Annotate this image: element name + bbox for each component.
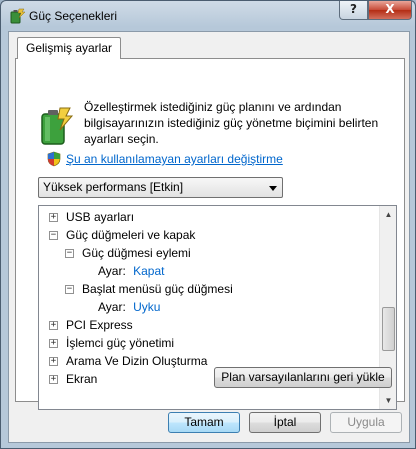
cancel-button[interactable]: İptal	[249, 412, 321, 433]
description-text: Özelleştirmek istediğiniz güç planını ve…	[84, 100, 379, 146]
power-options-window: Güç Seçenekleri ? X Gelişmiş ayarlar Öze…	[0, 0, 416, 449]
setting-prefix: Ayar:	[98, 264, 130, 278]
expand-icon[interactable]: +	[49, 213, 58, 222]
restore-plan-defaults-button[interactable]: Plan varsayılanlarını geri yükle	[214, 367, 392, 388]
setting-prefix: Ayar:	[98, 300, 130, 314]
tree-item-label: Arama Ve Dizin Oluşturma	[66, 354, 208, 368]
chevron-down-icon	[269, 186, 277, 191]
tree-item-setting-value[interactable]: Ayar: Uyku	[98, 298, 160, 316]
tree-item-label: USB ayarları	[66, 210, 135, 224]
tree-item-label: Başlat menüsü güç düğmesi	[82, 282, 233, 296]
tree-item-label: PCI Express	[66, 318, 133, 332]
collapse-icon[interactable]: −	[49, 231, 58, 240]
shield-icon	[47, 151, 61, 167]
apply-button[interactable]: Uygula	[330, 412, 402, 433]
close-button[interactable]: X	[368, 1, 412, 20]
title-bar[interactable]: Güç Seçenekleri ? X	[1, 1, 415, 31]
setting-value[interactable]: Uyku	[133, 300, 160, 314]
setting-value[interactable]: Kapat	[133, 264, 164, 278]
tab-advanced-settings[interactable]: Gelişmiş ayarlar	[17, 37, 122, 59]
tree-item-label: Güç düğmeleri ve kapak	[66, 228, 196, 242]
tab-panel: Özelleştirmek istediğiniz güç planını ve…	[15, 58, 405, 410]
power-plan-select-value: Yüksek performans [Etkin]	[43, 180, 184, 194]
tree-item-label: Güç düğmesi eylemi	[82, 246, 191, 260]
help-button[interactable]: ?	[339, 1, 368, 20]
tree-item-label: İşlemci güç yönetimi	[66, 336, 175, 350]
scroll-thumb[interactable]	[382, 307, 395, 351]
tree-item-label: Ekran	[66, 372, 98, 386]
expand-icon[interactable]: +	[49, 375, 58, 384]
scroll-down-arrow-icon[interactable]: ▼	[381, 392, 396, 409]
dialog-client: Gelişmiş ayarlar Özelleştirmek istediğin…	[8, 31, 410, 443]
power-options-icon	[10, 8, 26, 24]
change-unavailable-settings-link[interactable]: Şu an kullanılamayan ayarları değiştirme	[66, 152, 283, 166]
expand-icon[interactable]: +	[49, 357, 58, 366]
collapse-icon[interactable]: −	[65, 285, 74, 294]
window-title: Güç Seçenekleri	[29, 9, 118, 23]
power-plan-select[interactable]: Yüksek performans [Etkin]	[38, 177, 283, 198]
scroll-up-arrow-icon[interactable]: ▲	[381, 206, 396, 223]
expand-icon[interactable]: +	[49, 321, 58, 330]
collapse-icon[interactable]: −	[65, 249, 74, 258]
tree-item-setting-value[interactable]: Ayar: Kapat	[98, 262, 164, 280]
battery-power-icon	[41, 107, 74, 145]
expand-icon[interactable]: +	[49, 339, 58, 348]
ok-button[interactable]: Tamam	[168, 412, 240, 433]
